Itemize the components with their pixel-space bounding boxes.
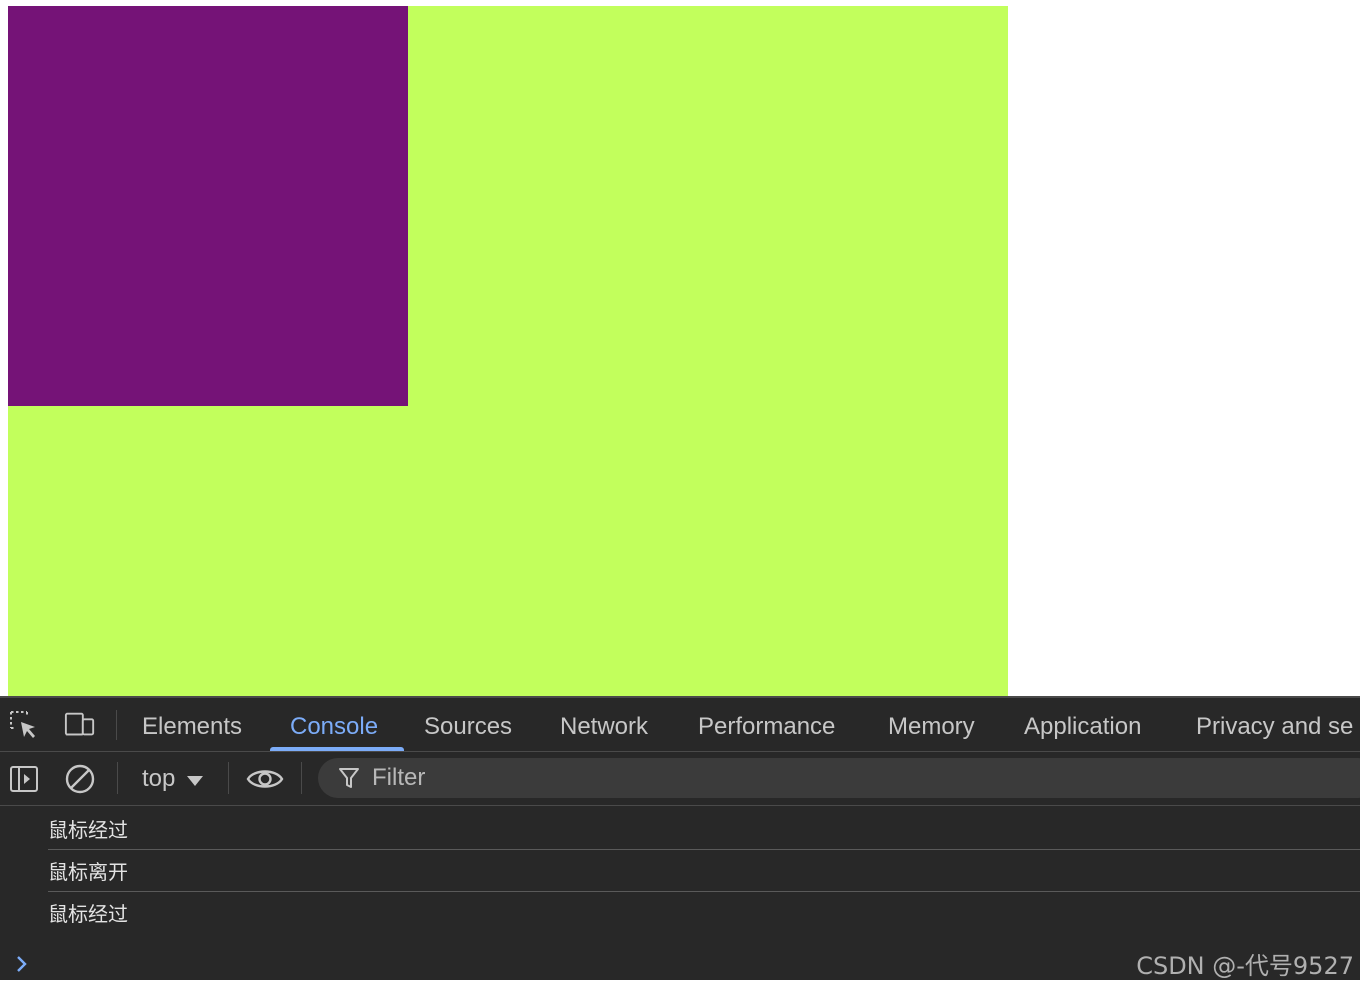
page-viewport xyxy=(0,0,1360,696)
sidebar-toggle-icon[interactable] xyxy=(8,763,40,795)
devtools-panel: Elements Console Sources Network Perform… xyxy=(0,696,1360,980)
live-expression-eye-icon[interactable] xyxy=(246,763,284,795)
tab-console[interactable]: Console xyxy=(290,698,378,751)
console-filter[interactable] xyxy=(318,758,1360,798)
filter-icon xyxy=(338,766,360,790)
console-message: 鼠标经过 xyxy=(48,902,128,926)
context-selector-label: top xyxy=(142,765,176,792)
filter-input[interactable] xyxy=(372,764,1272,792)
console-message: 鼠标经过 xyxy=(48,808,1360,850)
device-toolbar-icon[interactable] xyxy=(64,709,96,741)
context-selector[interactable]: top xyxy=(130,761,215,797)
tab-elements[interactable]: Elements xyxy=(142,698,242,751)
watermark: CSDN @-代号9527 xyxy=(1136,952,1354,980)
console-output: 鼠标经过 鼠标离开 鼠标经过 CSDN @-代号9527 xyxy=(0,806,1360,982)
active-tab-indicator xyxy=(270,747,404,751)
chevron-right-icon[interactable] xyxy=(14,954,30,974)
inspect-element-icon[interactable] xyxy=(8,709,40,741)
devtools-tabbar: Elements Console Sources Network Perform… xyxy=(0,698,1360,752)
toolbar-divider xyxy=(116,710,117,740)
inner-box[interactable] xyxy=(8,6,408,406)
caret-down-icon xyxy=(187,775,204,786)
clear-console-icon[interactable] xyxy=(64,763,96,795)
toolbar-divider xyxy=(117,762,118,794)
tab-network[interactable]: Network xyxy=(560,698,648,751)
console-toolbar: top xyxy=(0,752,1360,806)
tab-performance[interactable]: Performance xyxy=(698,698,835,751)
tab-application[interactable]: Application xyxy=(1024,698,1141,751)
tab-memory[interactable]: Memory xyxy=(888,698,975,751)
toolbar-divider xyxy=(228,762,229,794)
tab-sources[interactable]: Sources xyxy=(424,698,512,751)
toolbar-divider xyxy=(301,762,302,794)
console-message: 鼠标离开 xyxy=(48,850,1360,892)
tab-privacy-and-security[interactable]: Privacy and se xyxy=(1196,698,1353,751)
